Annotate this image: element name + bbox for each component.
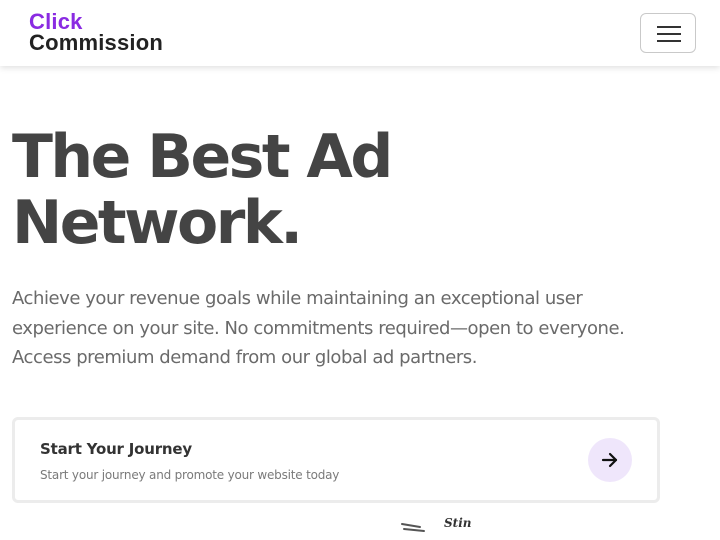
sketch-lines-icon (401, 523, 425, 532)
hero-title-line-2: Network. (12, 188, 303, 258)
decorative-text: Stin (444, 516, 472, 530)
hero-description-line: Achieve your revenue goals while maintai… (12, 288, 583, 309)
navbar: Click Commission (0, 0, 720, 66)
hero-description-line: Access premium demand from our global ad… (12, 347, 478, 368)
hero-title-line-1: The Best Ad (12, 122, 393, 192)
logo-word-commission: Commission (29, 30, 164, 55)
hero-description: Achieve your revenue goals while maintai… (12, 284, 672, 373)
start-journey-card[interactable]: Start Your Journey Start your journey an… (12, 417, 660, 503)
arrow-right-icon (601, 452, 618, 468)
cta-subtitle: Start your journey and promote your webs… (40, 468, 340, 482)
cta-title: Start Your Journey (40, 440, 192, 458)
logo[interactable]: Click Commission (29, 11, 163, 54)
hero-title: The Best Ad Network. (12, 122, 393, 258)
hamburger-icon (657, 26, 681, 28)
hero-description-line: experience on your site. No commitments … (12, 317, 625, 339)
cta-arrow-button[interactable] (588, 438, 632, 482)
decorative-illustration: Stin (398, 515, 478, 540)
menu-toggle-button[interactable] (640, 13, 696, 53)
